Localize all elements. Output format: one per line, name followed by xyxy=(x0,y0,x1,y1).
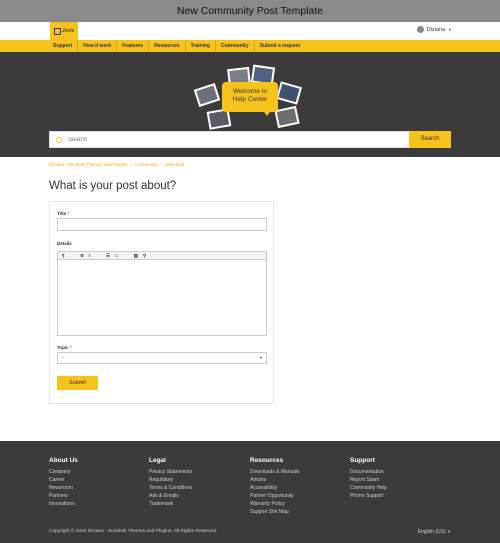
chevron-down-icon: ▼ xyxy=(447,529,451,534)
footer-link[interactable]: Ads & Emails xyxy=(149,492,192,500)
topic-value: - xyxy=(62,355,64,361)
breadcrumb-item-new-post[interactable]: New post xyxy=(165,162,184,167)
footer-heading: Support xyxy=(350,457,375,464)
footer-link[interactable]: Regulatory xyxy=(149,476,192,484)
new-post-form: Title * Details ¶ B I ☰ ≡ ▨ ⚲ Topic * - … xyxy=(49,201,274,404)
footer-link[interactable]: Privacy Statements xyxy=(149,468,192,476)
footer-heading: Legal xyxy=(149,457,166,464)
page-title: What is your post about? xyxy=(49,180,177,192)
footer-column-legal: Legal Privacy Statements Regulatory Term… xyxy=(149,457,192,508)
footer-link[interactable]: Community Help xyxy=(350,484,387,492)
link-icon[interactable]: ⚲ xyxy=(143,253,146,259)
editor-toolbar: ¶ B I ☰ ≡ ▨ ⚲ xyxy=(57,251,267,260)
logo[interactable]: Jovis xyxy=(50,22,78,40)
title-label: Title * xyxy=(57,211,70,216)
details-editor[interactable] xyxy=(57,260,267,336)
footer-link[interactable]: Warranty Policy xyxy=(250,500,300,508)
footer-link[interactable]: Partner Opportunity xyxy=(250,492,300,500)
numbered-list-icon[interactable]: ≡ xyxy=(115,253,118,258)
footer-column-support: Support Documentation Report Spam Commun… xyxy=(350,457,387,500)
chevron-right-icon: › xyxy=(130,162,132,167)
footer-column-about: About Us Company Career Newsroom Partner… xyxy=(49,457,78,508)
footer-link[interactable]: Downloads & Manuals xyxy=(250,468,300,476)
user-name: Diziana xyxy=(426,26,446,33)
copyright-text: Copyright © 2019 Diziana - Zendesk Theme… xyxy=(49,529,218,534)
footer-link[interactable]: Support Site Map xyxy=(250,508,300,516)
image-icon[interactable]: ▨ xyxy=(134,253,138,259)
nav-item-resources[interactable]: Resources xyxy=(149,40,186,52)
chevron-right-icon: › xyxy=(160,162,163,167)
title-field[interactable] xyxy=(57,218,267,231)
paragraph-icon[interactable]: ¶ xyxy=(62,253,65,258)
breadcrumb-item-community[interactable]: Community xyxy=(135,162,158,167)
footer-heading: Resources xyxy=(250,457,284,464)
user-menu[interactable]: Diziana ▼ xyxy=(416,26,452,33)
nav-item-community[interactable]: Community xyxy=(216,40,255,52)
footer-link[interactable]: Newsroom xyxy=(49,484,78,492)
welcome-bubble: Welcome to Help Center xyxy=(222,82,278,112)
footer-link[interactable]: Company xyxy=(49,468,78,476)
topic-label: Topic * xyxy=(57,345,72,350)
site-footer: About Us Company Career Newsroom Partner… xyxy=(0,441,500,543)
bubble-tail xyxy=(262,109,272,116)
nav-item-submit-request[interactable]: Submit a request xyxy=(255,40,306,52)
footer-heading: About Us xyxy=(49,457,78,464)
edit-icon xyxy=(53,27,61,35)
site-header: Jovis Diziana ▼ xyxy=(0,22,500,40)
window-title: New Community Post Template xyxy=(0,0,500,22)
footer-column-resources: Resources Downloads & Manuals Articles A… xyxy=(250,457,300,516)
logo-text: Jovis xyxy=(61,28,75,34)
footer-link[interactable]: Innovations xyxy=(49,500,78,508)
submit-button[interactable]: Submit xyxy=(57,376,98,390)
search-box xyxy=(49,131,409,148)
nav-item-support[interactable]: Support xyxy=(48,40,79,52)
welcome-line-2: Help Center xyxy=(232,96,268,103)
breadcrumb: Diziana - Zendesk Themes and Plugins › C… xyxy=(49,162,184,167)
hero-photo xyxy=(193,83,221,107)
bold-icon[interactable]: B xyxy=(81,253,84,258)
hero-photo xyxy=(274,105,300,129)
footer-link[interactable]: Terms & Conditions xyxy=(149,484,192,492)
avatar xyxy=(416,26,424,33)
search-input[interactable] xyxy=(68,132,398,147)
search-icon xyxy=(56,137,62,143)
footer-link[interactable]: Phone Support xyxy=(350,492,387,500)
footer-link[interactable]: Career xyxy=(49,476,78,484)
language-selector[interactable]: English (US) ▼ xyxy=(418,529,451,535)
chevron-down-icon: ▼ xyxy=(259,355,263,360)
details-label: Details xyxy=(57,241,72,246)
search-bar: Search xyxy=(49,131,451,148)
topic-select[interactable]: - ▼ xyxy=(57,352,267,364)
footer-link[interactable]: Trademark xyxy=(149,500,192,508)
nav-item-how-it-work[interactable]: How it work xyxy=(78,40,118,52)
nav-item-features[interactable]: Features xyxy=(117,40,150,52)
footer-link[interactable]: Accessibility xyxy=(250,484,300,492)
search-button[interactable]: Search xyxy=(409,131,451,148)
welcome-line-1: Welcome to xyxy=(232,88,268,95)
hero-photo xyxy=(275,81,303,105)
breadcrumb-item-home[interactable]: Diziana - Zendesk Themes and Plugins xyxy=(49,162,127,167)
footer-link[interactable]: Partners xyxy=(49,492,78,500)
footer-link[interactable]: Documentation xyxy=(350,468,387,476)
footer-link[interactable]: Articles xyxy=(250,476,300,484)
bulleted-list-icon[interactable]: ☰ xyxy=(106,253,110,259)
nav-item-training[interactable]: Training xyxy=(186,40,217,52)
footer-link[interactable]: Report Spam xyxy=(350,476,387,484)
chevron-down-icon: ▼ xyxy=(448,27,452,32)
main-nav: Support How it work Features Resources T… xyxy=(0,40,500,52)
italic-icon[interactable]: I xyxy=(89,253,90,258)
language-value: English (US) xyxy=(417,529,446,535)
